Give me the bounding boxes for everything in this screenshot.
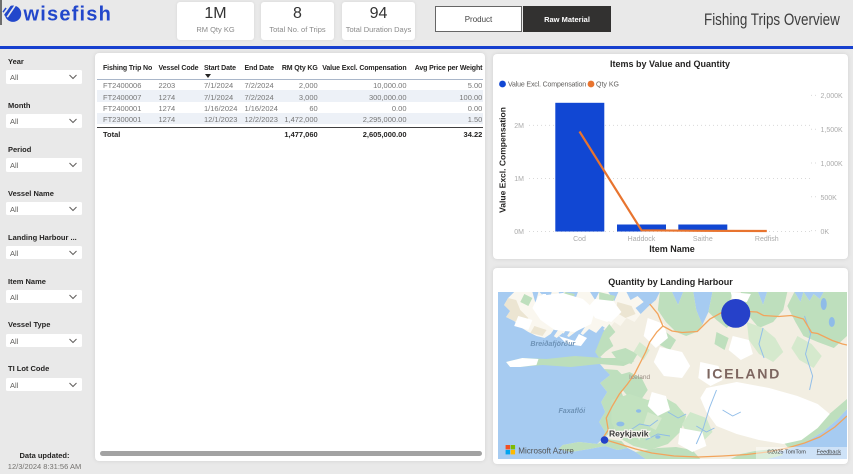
svg-text:©2025 TomTom: ©2025 TomTom [767, 449, 806, 456]
svg-text:2,000K: 2,000K [821, 93, 844, 100]
svg-text:1,500K: 1,500K [821, 127, 844, 134]
svg-text:Faxaflói: Faxaflói [558, 408, 586, 415]
svg-text:ICELAND: ICELAND [707, 366, 781, 382]
svg-text:2M: 2M [514, 123, 524, 130]
svg-text:Breiðafjörður: Breiðafjörður [530, 340, 576, 348]
svg-text:Feedback: Feedback [817, 450, 842, 456]
svg-text:wisefish: wisefish [23, 4, 113, 26]
svg-text:Microsoft Azure: Microsoft Azure [518, 447, 574, 456]
svg-text:Item Name: Item Name [649, 244, 695, 254]
svg-text:0M: 0M [514, 229, 524, 236]
svg-text:Items by Value and Quantity: Items by Value and Quantity [610, 59, 730, 69]
svg-text:Value Excl. Compensation: Value Excl. Compensation [498, 107, 508, 213]
svg-text:Saithe: Saithe [693, 236, 713, 243]
svg-text:0K: 0K [821, 229, 830, 236]
svg-text:1,000K: 1,000K [821, 161, 844, 168]
svg-text:Value Excl. Compensation: Value Excl. Compensation [508, 82, 586, 89]
svg-text:1M: 1M [514, 176, 524, 183]
svg-text:Reykjavik: Reykjavik [609, 429, 649, 439]
svg-text:Iceland: Iceland [629, 374, 651, 381]
svg-text:Haddock: Haddock [628, 236, 656, 243]
svg-text:Redfish: Redfish [755, 236, 779, 243]
svg-text:Cod: Cod [573, 236, 586, 243]
svg-text:Qty KG: Qty KG [596, 82, 619, 89]
svg-text:500K: 500K [821, 195, 838, 202]
